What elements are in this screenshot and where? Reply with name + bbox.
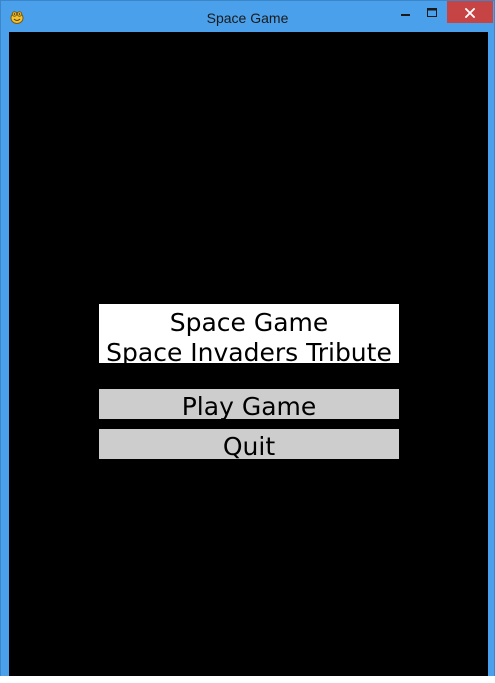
minimize-icon xyxy=(400,3,411,22)
close-button[interactable] xyxy=(447,1,493,23)
play-game-label: Play Game xyxy=(181,392,317,419)
minimize-button[interactable] xyxy=(392,1,419,23)
close-icon xyxy=(464,3,476,22)
maximize-icon xyxy=(427,3,437,22)
game-title-panel: Space Game Space Invaders Tribute xyxy=(99,304,399,363)
maximize-button[interactable] xyxy=(419,1,445,23)
game-canvas[interactable]: Space Game Space Invaders Tribute Play G… xyxy=(9,32,488,676)
game-subtitle: Space Invaders Tribute xyxy=(106,338,392,363)
quit-label: Quit xyxy=(222,432,276,459)
quit-button[interactable]: Quit xyxy=(99,429,399,459)
title-bar[interactable]: Space Game xyxy=(1,1,494,33)
game-title: Space Game xyxy=(169,308,329,337)
app-window: Space Game Space Game Space Invaders Tri… xyxy=(0,0,495,683)
desktop-strip xyxy=(0,676,495,683)
play-game-button[interactable]: Play Game xyxy=(99,389,399,419)
